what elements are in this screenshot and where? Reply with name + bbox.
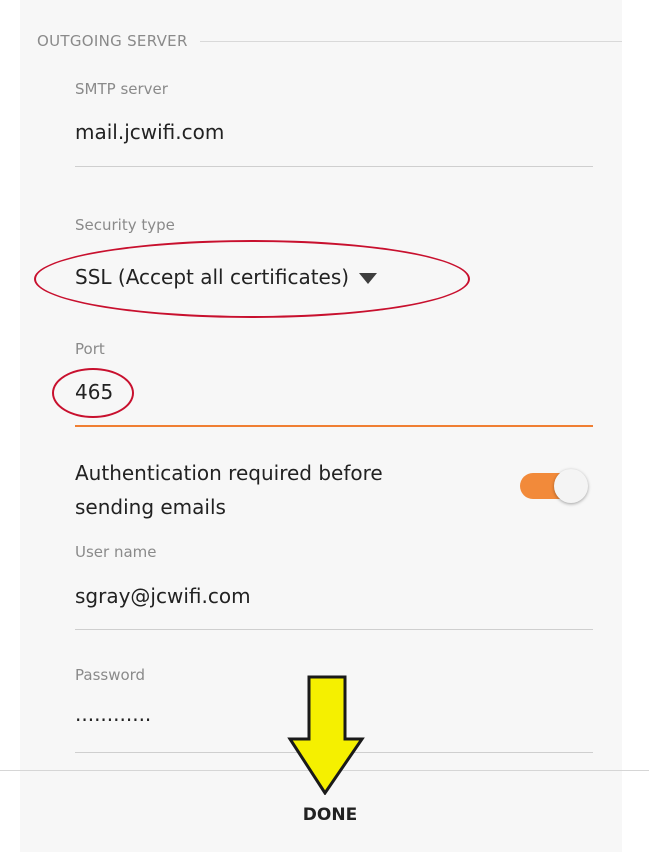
security-type-label: Security type bbox=[75, 216, 175, 234]
section-title: OUTGOING SERVER bbox=[37, 32, 188, 50]
authentication-required-label: Authentication required before sending e… bbox=[75, 461, 383, 519]
done-button[interactable]: DONE bbox=[280, 798, 380, 832]
port-label: Port bbox=[75, 340, 105, 358]
port-input[interactable]: 465 bbox=[75, 380, 113, 404]
smtp-server-input[interactable]: mail.jcwifi.com bbox=[75, 120, 224, 144]
dropdown-arrow-icon bbox=[359, 272, 378, 284]
smtp-server-label: SMTP server bbox=[75, 80, 168, 98]
password-label: Password bbox=[75, 666, 146, 684]
authentication-toggle[interactable] bbox=[520, 469, 588, 503]
smtp-server-underline bbox=[75, 166, 593, 167]
annotation-arrow-down-icon bbox=[287, 675, 365, 795]
port-underline-focused bbox=[75, 425, 593, 427]
password-input[interactable]: ............ bbox=[75, 702, 151, 726]
toggle-thumb bbox=[554, 469, 588, 503]
user-name-input[interactable]: sgray@jcwifi.com bbox=[75, 584, 251, 608]
section-divider bbox=[199, 40, 622, 42]
security-type-value: SSL (Accept all certificates) bbox=[75, 265, 350, 289]
section-header-outgoing-server: OUTGOING SERVER bbox=[37, 29, 622, 53]
security-type-dropdown[interactable]: SSL (Accept all certificates) bbox=[75, 260, 378, 294]
user-name-label: User name bbox=[75, 543, 157, 561]
user-name-underline bbox=[75, 629, 593, 630]
